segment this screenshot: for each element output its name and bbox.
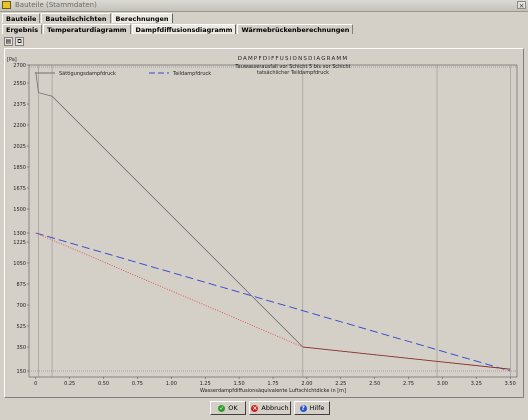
y-tick-label: 1675 — [13, 186, 26, 192]
window-title: Bauteile (Stammdaten) — [15, 1, 97, 9]
y-tick-label: 700 — [16, 303, 26, 309]
tab-temperaturdiagramm[interactable]: Temperaturdiagramm — [43, 24, 131, 34]
x-tick-label: 0.25 — [64, 381, 75, 387]
x-tick-label: 2.75 — [403, 381, 414, 387]
plot-frame — [28, 64, 518, 378]
help-button[interactable]: ? Hilfe — [294, 401, 330, 415]
tab-bauteilschichten[interactable]: Bauteilschichten — [41, 13, 111, 23]
printer-icon[interactable]: ▤ — [4, 37, 13, 46]
ok-label: OK — [228, 404, 238, 412]
x-tick-label: 1.25 — [200, 381, 211, 387]
tab-label: Ergebnis — [6, 26, 39, 34]
cross-icon: × — [251, 404, 259, 412]
legend-label: Teildampfdruck — [172, 71, 211, 77]
copy-icon[interactable]: ⧉ — [15, 37, 24, 46]
window-titlebar: Bauteile (Stammdaten) × — [0, 0, 528, 12]
tab-ergebnis[interactable]: Ergebnis — [2, 24, 43, 34]
y-tick-label: 2200 — [13, 123, 26, 129]
y-unit-label: [Pa] — [7, 57, 17, 63]
chart-subtitle: tatsächlicher Teildampfdruck — [257, 70, 329, 76]
tab-label: Bauteilschichten — [45, 15, 107, 23]
tab-label: Temperaturdiagramm — [47, 26, 127, 34]
x-tick-label: 0 — [34, 381, 37, 387]
x-tick-label: 0.75 — [132, 381, 143, 387]
y-tick-label: 1225 — [13, 240, 26, 246]
cancel-label: Abbruch — [261, 404, 289, 412]
y-tick-label: 150 — [16, 369, 26, 375]
x-tick-label: 3.25 — [471, 381, 482, 387]
tab-berechnungen[interactable]: Berechnungen — [111, 13, 173, 23]
x-tick-label: 2.00 — [301, 381, 312, 387]
dialog-button-bar: ✓ OK × Abbruch ? Hilfe — [0, 399, 528, 419]
checkmark-icon: ✓ — [218, 404, 226, 412]
chart-title: DAMPFDIFFUSIONSDIAGRAMM — [238, 56, 349, 62]
tab-bauteile[interactable]: Bauteile — [2, 13, 41, 23]
x-tick-label: 0.50 — [98, 381, 109, 387]
x-tick-label: 1.50 — [234, 381, 245, 387]
app-icon — [2, 1, 11, 9]
x-axis-label: Wasserdampfdiffusionsäquivalente Luftsch… — [200, 388, 346, 394]
help-icon: ? — [299, 404, 307, 412]
tab-waermebrueckenberechnungen[interactable]: Wärmebrückenberechnungen — [237, 24, 354, 34]
cancel-button[interactable]: × Abbruch — [249, 401, 291, 415]
y-tick-label: 1500 — [13, 207, 26, 213]
tab-label: Berechnungen — [115, 15, 169, 23]
x-tick-label: 1.00 — [166, 381, 177, 387]
y-tick-label: 1300 — [13, 231, 26, 237]
vapor-diffusion-chart: 150 350 525 700 875 1050 1225 1300 1500 1675 1850 2… — [7, 56, 518, 394]
ok-button[interactable]: ✓ OK — [210, 401, 246, 415]
tab-dampfdiffusionsdiagramm[interactable]: Dampfdiffusionsdiagramm — [131, 24, 237, 34]
x-tick-label: 2.25 — [335, 381, 346, 387]
x-tick-label: 2.50 — [369, 381, 380, 387]
close-button[interactable]: × — [517, 1, 526, 10]
x-tick-label: 3.50 — [505, 381, 516, 387]
tab-label: Dampfdiffusionsdiagramm — [135, 26, 233, 34]
y-tick-label: 2550 — [13, 81, 26, 87]
y-tick-label: 525 — [16, 324, 26, 330]
legend-label: Sättigungsdampfdruck — [59, 71, 116, 77]
help-label: Hilfe — [309, 404, 325, 412]
x-tick-label: 3.00 — [437, 381, 448, 387]
y-tick-label: 350 — [16, 345, 26, 351]
main-tab-row: Bauteile Bauteilschichten Berechnungen — [2, 13, 174, 23]
y-tick-label: 1050 — [13, 261, 26, 267]
y-tick-label: 1850 — [13, 165, 26, 171]
y-tick-label: 2700 — [13, 63, 26, 69]
y-tick-label: 875 — [16, 282, 26, 288]
tab-label: Wärmebrückenberechnungen — [241, 26, 350, 34]
sub-tab-row: Ergebnis Temperaturdiagramm Dampfdiffusi… — [2, 24, 354, 34]
y-tick-label: 2025 — [13, 144, 26, 150]
chart-panel: 150 350 525 700 875 1050 1225 1300 1500 1675 1850 2… — [4, 48, 524, 398]
tab-label: Bauteile — [6, 15, 37, 23]
x-tick-label: 1.75 — [267, 381, 278, 387]
chart-toolbar: ▤ ⧉ — [4, 37, 24, 47]
y-tick-label: 2375 — [13, 102, 26, 108]
